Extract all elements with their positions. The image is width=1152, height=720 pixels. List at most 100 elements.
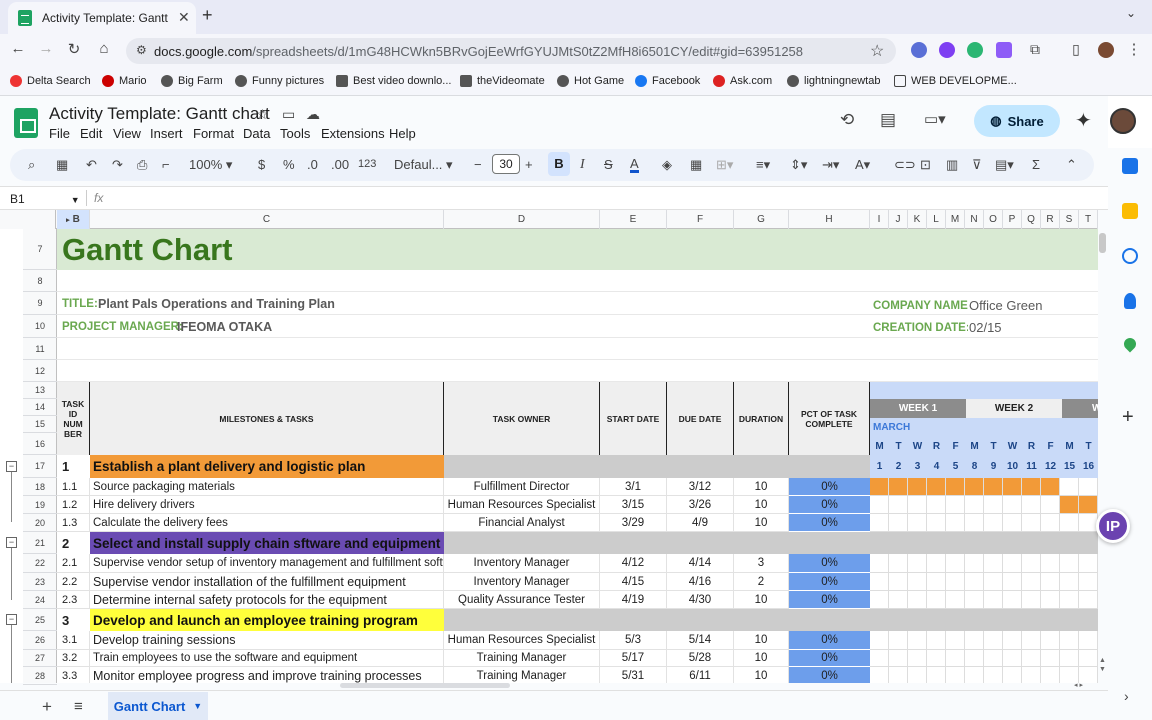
bookmark-item[interactable]: Ask.com: [713, 75, 772, 87]
task-id[interactable]: 3.3: [57, 667, 90, 683]
day-of-week[interactable]: T: [984, 437, 1003, 455]
menu-help[interactable]: Help: [389, 126, 416, 141]
gantt-cell[interactable]: [1003, 631, 1022, 650]
gantt-cell[interactable]: [889, 554, 908, 573]
row-header[interactable]: 18: [23, 478, 57, 496]
column-header-l[interactable]: L: [927, 210, 946, 229]
font-size-input[interactable]: 30: [492, 154, 520, 174]
week-3-header[interactable]: W: [1062, 399, 1098, 418]
task-owner[interactable]: Training Manager: [444, 650, 600, 667]
task-id[interactable]: 3.2: [57, 650, 90, 667]
sheet-tab-gantt-chart[interactable]: Gantt Chart ▼: [108, 692, 208, 720]
add-sheet-icon[interactable]: +: [42, 697, 52, 717]
row-header[interactable]: 27: [23, 650, 57, 667]
gantt-cell[interactable]: [965, 478, 984, 496]
task-name[interactable]: Determine internal safety protocols for …: [90, 591, 444, 609]
gantt-cell[interactable]: [965, 667, 984, 683]
gantt-cell[interactable]: [908, 478, 927, 496]
task-id[interactable]: 2.1: [57, 554, 90, 573]
bookmark-item[interactable]: Delta Search: [10, 75, 91, 87]
gantt-cell[interactable]: [984, 591, 1003, 609]
floating-extension-button[interactable]: IP: [1096, 509, 1130, 543]
vertical-align-icon[interactable]: ⇕▾: [790, 157, 807, 173]
gantt-cell[interactable]: [1041, 650, 1060, 667]
italic-button[interactable]: I: [580, 157, 585, 173]
zoom-select[interactable]: 100% ▾: [189, 157, 232, 173]
day-number[interactable]: 15: [1060, 455, 1079, 478]
functions-icon[interactable]: Σ: [1032, 157, 1040, 172]
gantt-cell[interactable]: [927, 554, 946, 573]
column-header-t[interactable]: T: [1079, 210, 1098, 229]
task-start-date[interactable]: 5/3: [600, 631, 667, 650]
day-of-week[interactable]: M: [870, 437, 889, 455]
row-header[interactable]: 28: [23, 667, 57, 685]
merge-cells-icon[interactable]: ⊞▾: [716, 157, 733, 173]
fill-color-icon[interactable]: ◈: [662, 157, 672, 173]
bookmark-item[interactable]: Hot Game: [557, 75, 624, 87]
account-avatar[interactable]: [1110, 108, 1136, 134]
bookmark-item[interactable]: Big Farm: [161, 75, 223, 87]
bookmark-item[interactable]: Funny pictures: [235, 75, 324, 87]
gantt-cell[interactable]: [946, 650, 965, 667]
get-addons-icon[interactable]: +: [1122, 406, 1134, 429]
task-start-date[interactable]: 4/19: [600, 591, 667, 609]
task-id[interactable]: 1.3: [57, 514, 90, 532]
gantt-cell[interactable]: [946, 514, 965, 532]
gantt-cell[interactable]: [870, 514, 889, 532]
gantt-cell[interactable]: [927, 496, 946, 514]
keep-icon[interactable]: [1122, 203, 1138, 219]
company-name-label[interactable]: COMPANY NAME:: [873, 297, 968, 315]
day-of-week[interactable]: W: [908, 437, 927, 455]
column-header-m[interactable]: M: [946, 210, 965, 229]
task-pct-complete[interactable]: 0%: [789, 667, 870, 683]
phase-number[interactable]: 1: [57, 455, 90, 478]
column-header-p[interactable]: P: [1003, 210, 1022, 229]
phase-number[interactable]: 2: [57, 532, 90, 554]
gantt-cell[interactable]: [984, 650, 1003, 667]
gantt-cell[interactable]: [1022, 478, 1041, 496]
row-header[interactable]: 24: [23, 591, 57, 609]
profile-avatar[interactable]: [1098, 42, 1114, 58]
name-box[interactable]: B1 ▼: [10, 192, 80, 206]
task-name[interactable]: Develop training sessions: [90, 631, 444, 650]
gantt-cell[interactable]: [1079, 496, 1098, 514]
gantt-cell[interactable]: [908, 650, 927, 667]
hide-side-panel-icon[interactable]: ›: [1124, 688, 1129, 704]
task-id[interactable]: 2.3: [57, 591, 90, 609]
task-pct-complete[interactable]: 0%: [789, 591, 870, 609]
task-id[interactable]: 2.2: [57, 573, 90, 591]
creation-date-value[interactable]: 02/15: [969, 318, 1029, 336]
gantt-cell[interactable]: [1022, 667, 1041, 683]
gantt-cell[interactable]: [984, 496, 1003, 514]
print-icon[interactable]: ⎙: [137, 157, 147, 173]
header-owner[interactable]: TASK OWNER: [444, 382, 600, 455]
filter-icon[interactable]: ⊽: [972, 157, 982, 173]
gantt-cell[interactable]: [870, 650, 889, 667]
decrease-font-size-icon[interactable]: −: [474, 157, 482, 172]
text-color-button[interactable]: A: [630, 157, 639, 173]
task-due-date[interactable]: 6/11: [667, 667, 734, 683]
task-owner[interactable]: Fulfillment Director: [444, 478, 600, 496]
task-duration[interactable]: 10: [734, 667, 789, 683]
row-header[interactable]: 21: [23, 532, 57, 554]
gantt-cell[interactable]: [984, 667, 1003, 683]
task-duration[interactable]: 3: [734, 554, 789, 573]
gantt-cell[interactable]: [1079, 554, 1098, 573]
bold-button[interactable]: B: [548, 152, 570, 176]
header-start[interactable]: START DATE: [600, 382, 667, 455]
column-header-s[interactable]: S: [1060, 210, 1079, 229]
gantt-cell[interactable]: [1022, 591, 1041, 609]
task-name[interactable]: Calculate the delivery fees: [90, 514, 444, 532]
task-name[interactable]: Supervise vendor installation of the ful…: [90, 573, 444, 591]
comments-icon[interactable]: ▤: [880, 110, 896, 130]
gantt-cell[interactable]: [889, 573, 908, 591]
gantt-cell[interactable]: [965, 650, 984, 667]
gantt-cell[interactable]: [1022, 650, 1041, 667]
row-header[interactable]: 20: [23, 514, 57, 532]
horizontal-scrollbar[interactable]: [340, 683, 510, 688]
column-header-c[interactable]: C: [90, 210, 444, 229]
row-header[interactable]: 15: [23, 416, 57, 433]
gantt-phase-band[interactable]: [870, 532, 1098, 554]
gantt-cell[interactable]: [946, 631, 965, 650]
collapse-group-icon[interactable]: −: [6, 614, 17, 625]
